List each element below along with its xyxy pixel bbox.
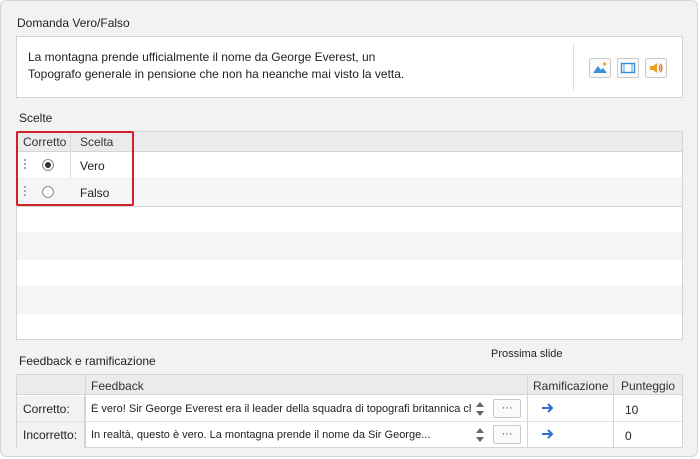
empty-row <box>17 260 682 287</box>
branch-arrow-icon[interactable] <box>541 402 555 414</box>
row-label-text: Corretto: <box>23 402 70 416</box>
highlight-box <box>16 131 134 206</box>
question-text[interactable]: La montagna prende ufficialmente il nome… <box>28 49 548 83</box>
column-header-score: Punteggio <box>621 379 676 393</box>
question-section-title: Domanda Vero/Falso <box>17 16 130 30</box>
feedback-header: Feedback Ramificazione Punteggio <box>17 375 682 395</box>
question-text-line-1: La montagna prende ufficialmente il nome… <box>28 50 376 64</box>
column-header-feedback: Feedback <box>91 379 144 393</box>
feedback-correct-input[interactable]: È vero! Sir George Everest era il leader… <box>91 403 471 415</box>
next-slide-label: Prossima slide <box>491 348 563 360</box>
audio-icon <box>650 63 663 73</box>
chevron-up-icon[interactable] <box>476 428 484 433</box>
chevron-down-icon[interactable] <box>476 411 484 416</box>
chevron-down-icon[interactable] <box>476 437 484 442</box>
row-label: Corretto: <box>17 396 85 421</box>
empty-row <box>17 287 682 314</box>
divider <box>573 44 574 90</box>
empty-row <box>17 206 682 233</box>
feedback-options-button[interactable]: ··· <box>493 425 521 444</box>
question-text-box[interactable]: La montagna prende ufficialmente il nome… <box>16 36 683 98</box>
choices-section-title: Scelte <box>19 111 53 125</box>
scroll-stepper[interactable] <box>475 399 485 419</box>
feedback-row-incorrect: Incorretto: In realtà, questo è vero. La… <box>17 422 682 448</box>
feedback-options-button[interactable]: ··· <box>493 399 521 418</box>
feedback-row-correct: Corretto: È vero! Sir George Everest era… <box>17 396 682 422</box>
feedback-table: Feedback Ramificazione Punteggio Corrett… <box>16 374 683 448</box>
empty-row <box>17 314 682 339</box>
branch-arrow-icon[interactable] <box>541 428 555 440</box>
feedback-section-title: Feedback e ramificazione <box>19 354 156 368</box>
row-label-text: Incorretto: <box>23 428 78 442</box>
column-header-branching: Ramificazione <box>533 379 609 393</box>
row-label: Incorretto: <box>17 422 85 448</box>
score-incorrect[interactable]: 0 <box>625 429 632 443</box>
insert-image-button[interactable] <box>589 58 611 78</box>
scroll-stepper[interactable] <box>475 425 485 445</box>
empty-row <box>17 233 682 260</box>
chevron-up-icon[interactable] <box>476 402 484 407</box>
video-icon <box>620 62 636 74</box>
insert-video-button[interactable] <box>617 58 639 78</box>
insert-audio-button[interactable] <box>645 58 667 78</box>
feedback-incorrect-input[interactable]: In realtà, questo è vero. La montagna pr… <box>91 429 471 441</box>
score-correct[interactable]: 10 <box>625 403 638 417</box>
question-text-line-2: Topografo generale in pensione che non h… <box>28 67 405 81</box>
image-icon <box>593 62 607 73</box>
